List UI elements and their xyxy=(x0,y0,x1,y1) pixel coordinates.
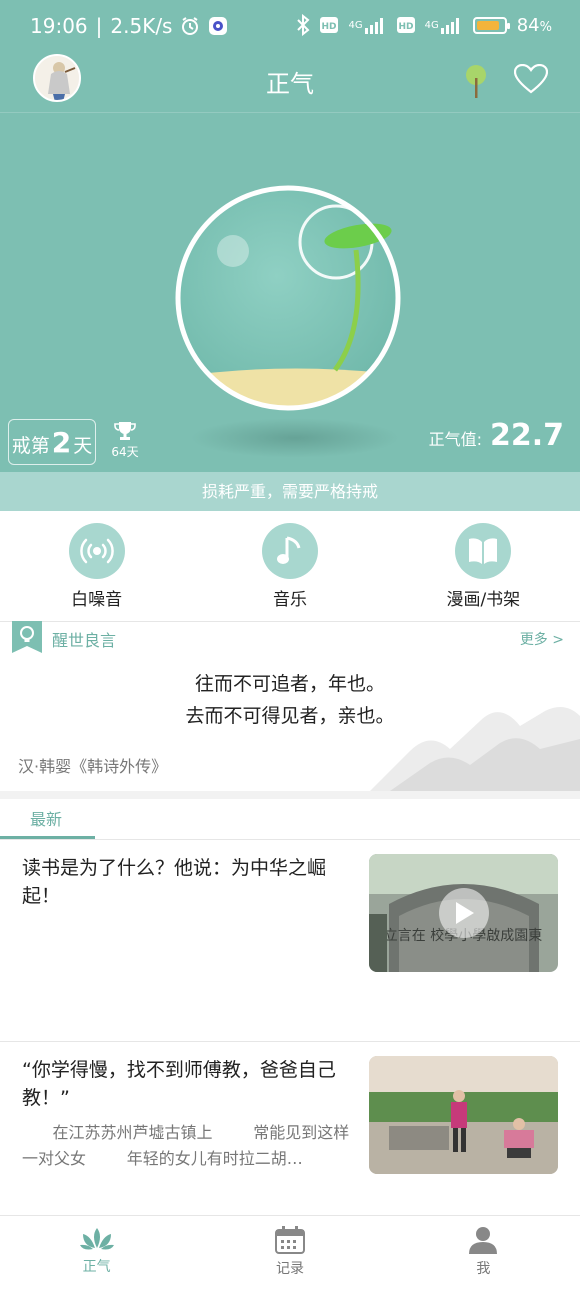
play-icon[interactable] xyxy=(439,888,489,938)
section-gap xyxy=(0,791,580,799)
record-days: 64天 xyxy=(111,445,139,459)
quote-line-2: 去而不可得见者，亲也。 xyxy=(185,705,395,727)
quit-days-badge: 戒第 2 天 xyxy=(8,419,96,465)
status-hint-bar: 损耗严重，需要严格持戒 xyxy=(0,472,580,511)
tab-divider xyxy=(0,839,580,840)
battery-level xyxy=(476,20,499,30)
nav-label-zhengqi: 正气 xyxy=(82,1259,111,1275)
svg-text:HD: HD xyxy=(322,22,337,32)
quote-line-1: 往而不可追者，年也。 xyxy=(194,673,385,695)
nav-label-records: 记录 xyxy=(275,1261,304,1277)
calendar-icon xyxy=(274,1226,305,1254)
bubble-shadow xyxy=(190,418,400,458)
status-net-speed: 2.5K/s xyxy=(110,14,173,38)
app-notification-icon xyxy=(208,16,228,36)
bulb-tag-icon xyxy=(12,621,42,653)
status-divider: | xyxy=(95,14,103,38)
signal-2-icon: 4G xyxy=(425,16,463,34)
white-noise-button[interactable]: 白噪音 xyxy=(0,511,193,621)
zhengqi-number: 22.7 xyxy=(489,418,564,453)
hd-icon-2: HD xyxy=(396,17,415,33)
status-time: 19:06 xyxy=(30,14,88,38)
article-title: “你学得慢，找不到师傅教，爸爸自己教！” xyxy=(22,1059,336,1109)
quick-actions: 白噪音 音乐 漫画/书架 xyxy=(0,511,580,621)
trophy-icon xyxy=(114,422,136,440)
nav-item-me[interactable]: 我 xyxy=(387,1216,580,1289)
open-book-icon xyxy=(455,523,512,579)
quote-card[interactable]: 醒世良言 更多 > 往而不可追者，年也。 去而不可得见者，亲也。 汉·韩婴《韩诗… xyxy=(0,621,580,791)
music-button[interactable]: 音乐 xyxy=(193,511,386,621)
battery-percent: 84% xyxy=(516,14,552,36)
bottom-nav: 正气 记录 我 xyxy=(0,1215,580,1289)
page-title: 正气 xyxy=(266,70,314,98)
broadcast-icon xyxy=(68,523,125,579)
svg-text:HD: HD xyxy=(398,22,413,32)
music-label: 音乐 xyxy=(272,590,307,610)
article-thumbnail: 立言在 校學小學啟成園東 xyxy=(369,854,558,972)
status-bar: 19:06 | 2.5K/s HD 4G HD 4G 84% xyxy=(0,0,580,56)
lotus-icon xyxy=(79,1228,114,1250)
zhengqi-label: 正气值: xyxy=(428,430,482,449)
nav-label-me: 我 xyxy=(476,1261,491,1277)
quote-section-title: 醒世良言 xyxy=(52,631,117,650)
user-icon xyxy=(469,1227,498,1254)
article-description: 在江苏苏州芦墟古镇上 常能见到这样一对父女 年轻的女儿有时拉二胡… xyxy=(22,1123,350,1168)
hero-panel: 19:06 | 2.5K/s HD 4G HD 4G 84% 正气 戒第 2 天… xyxy=(0,0,580,511)
battery-icon xyxy=(472,16,510,34)
favorite-heart-icon[interactable] xyxy=(513,63,549,94)
nav-item-records[interactable]: 记录 xyxy=(193,1216,386,1289)
quote-source: 汉·韩婴《韩诗外传》 xyxy=(18,757,168,776)
record-trophy[interactable]: 64天 xyxy=(110,421,140,460)
alarm-icon xyxy=(180,16,200,36)
white-noise-label: 白噪音 xyxy=(71,590,123,610)
tree-icon[interactable] xyxy=(464,64,488,98)
sprout-bubble xyxy=(170,180,410,420)
quote-more-link[interactable]: 更多 > xyxy=(520,629,564,649)
tab-latest[interactable]: 最新 xyxy=(30,806,62,830)
app-bar-divider xyxy=(0,112,580,113)
bluetooth-icon xyxy=(296,14,310,36)
article-divider xyxy=(0,1041,580,1042)
app-bar: 正气 xyxy=(0,52,580,112)
comic-bookshelf-label: 漫画/书架 xyxy=(446,590,521,610)
zhengqi-value: 正气值: 22.7 xyxy=(429,418,564,453)
quit-days-number: 2 xyxy=(51,426,72,459)
signal-1-icon: 4G xyxy=(348,16,386,34)
article-title: 读书是为了什么？他说：为中华之崛起！ xyxy=(22,857,327,907)
hd-icon: HD xyxy=(320,17,339,33)
comic-bookshelf-button[interactable]: 漫画/书架 xyxy=(387,511,580,621)
music-note-icon xyxy=(261,523,318,579)
article-thumbnail xyxy=(369,1056,558,1174)
nav-item-zhengqi[interactable]: 正气 xyxy=(0,1216,193,1289)
